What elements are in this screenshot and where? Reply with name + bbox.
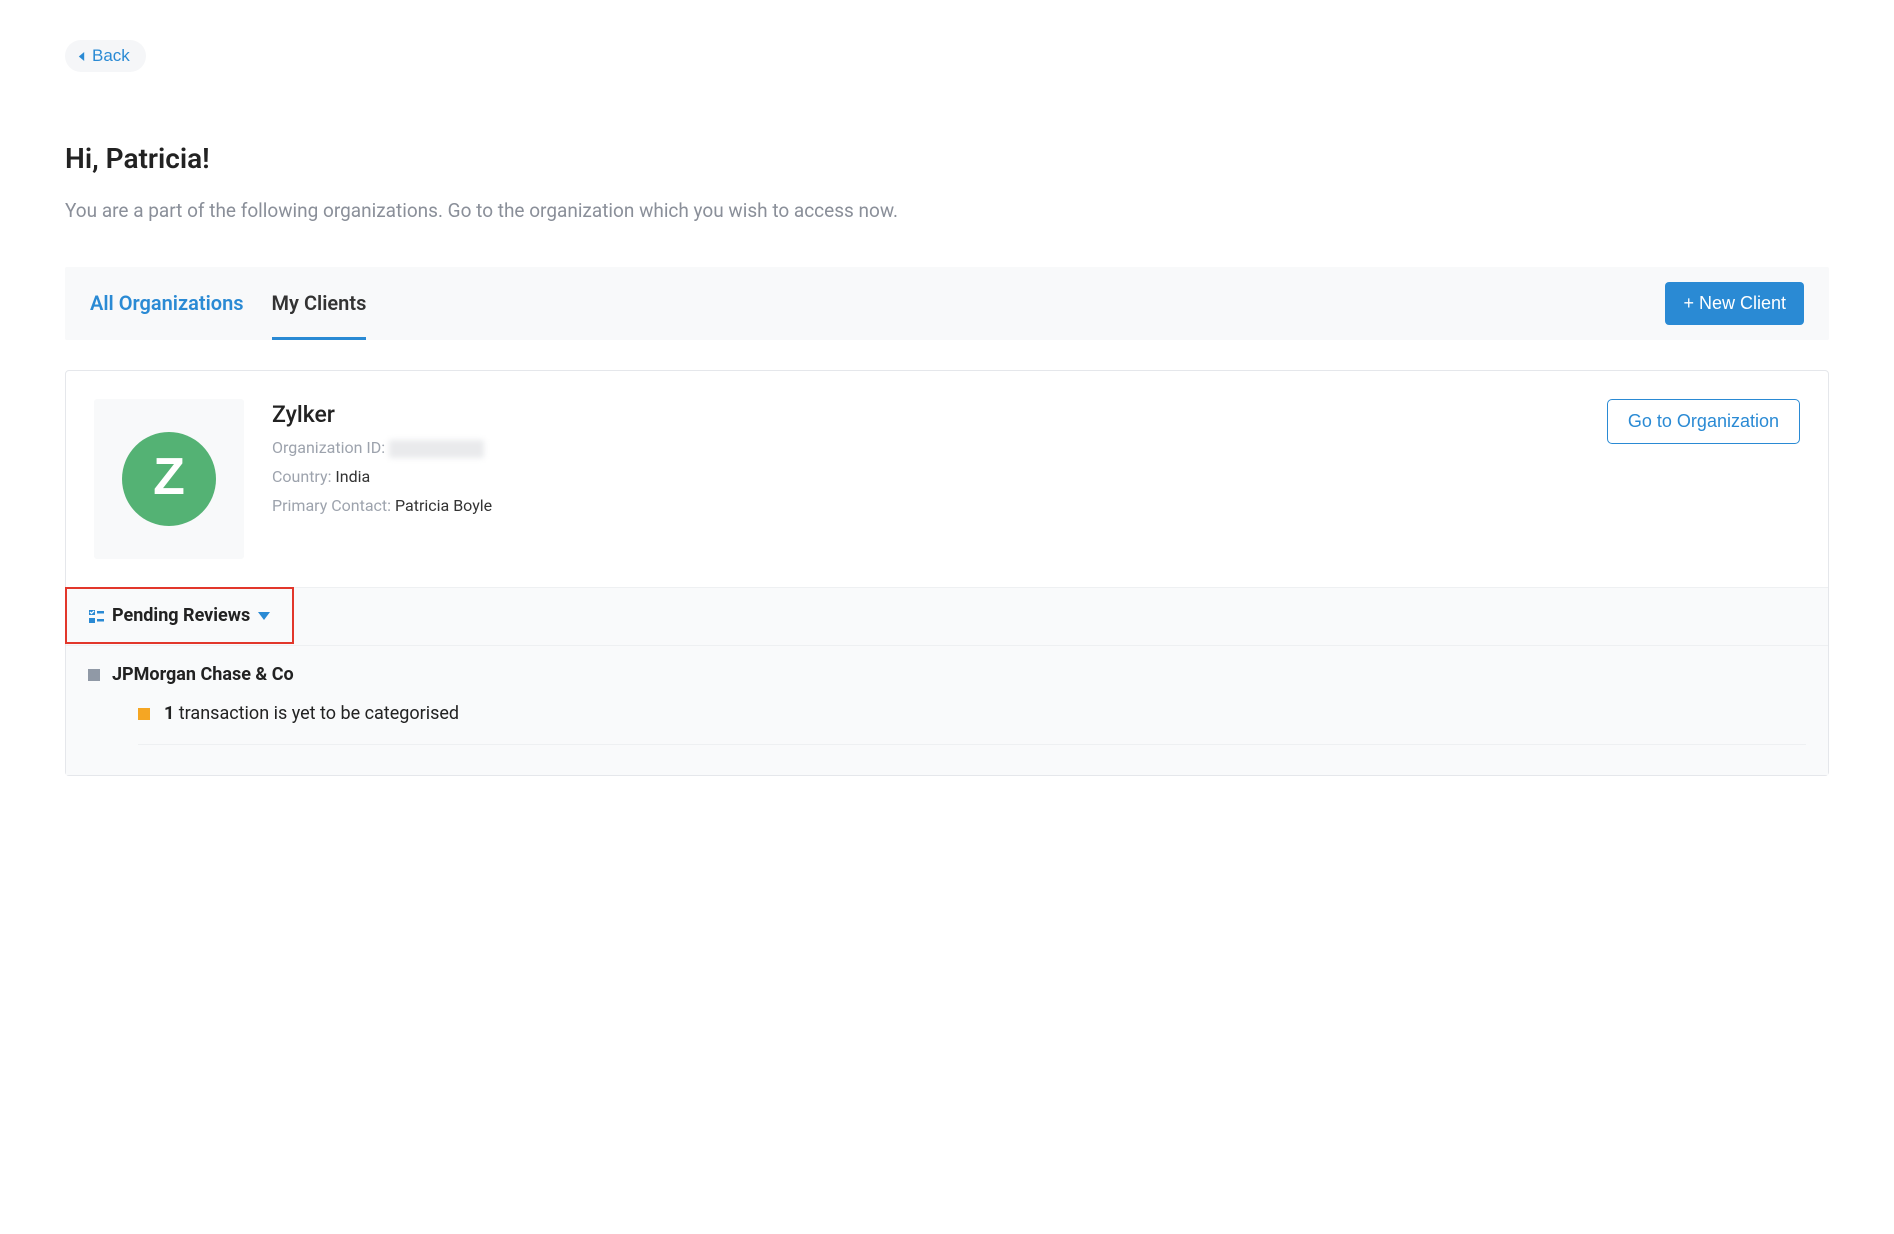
organization-logo: Z — [122, 432, 216, 526]
pending-transaction-suffix: transaction is yet to be categorised — [174, 703, 459, 724]
checklist-icon — [89, 609, 104, 623]
pending-review-item: JPMorgan Chase & Co — [88, 664, 1806, 685]
organization-country-label: Country: — [272, 467, 331, 486]
pending-reviews-section: Pending Reviews JPMorgan Chase & Co 1 tr… — [66, 587, 1828, 775]
new-client-label: + New Client — [1683, 293, 1786, 314]
pending-transaction-text: 1 transaction is yet to be categorised — [164, 703, 459, 724]
organization-contact-label: Primary Contact: — [272, 496, 391, 515]
pending-reviews-body: JPMorgan Chase & Co 1 transaction is yet… — [66, 645, 1828, 775]
back-label: Back — [92, 46, 130, 66]
back-arrow-icon — [77, 51, 86, 62]
organization-country-value: India — [335, 467, 370, 486]
tabs-group: All Organizations My Clients — [90, 267, 1665, 340]
pending-reviews-title: Pending Reviews — [112, 605, 250, 626]
organization-name: Zylker — [272, 401, 1579, 428]
tab-all-organizations[interactable]: All Organizations — [90, 267, 244, 340]
new-client-button[interactable]: + New Client — [1665, 282, 1804, 325]
greeting-text: Hi, Patricia! — [65, 142, 1829, 175]
chevron-down-icon — [258, 612, 270, 620]
back-button[interactable]: Back — [65, 40, 146, 72]
tab-my-clients[interactable]: My Clients — [272, 267, 367, 340]
subtitle-text: You are a part of the following organiza… — [65, 199, 1829, 222]
organization-contact-value: Patricia Boyle — [395, 496, 492, 515]
pending-transaction-row: 1 transaction is yet to be categorised — [138, 703, 1806, 745]
organization-card: Z Zylker Organization ID: Country: India… — [65, 370, 1829, 776]
organization-id-row: Organization ID: — [272, 434, 1579, 463]
square-bullet-orange-icon — [138, 708, 150, 720]
organization-id-redacted — [389, 440, 484, 458]
organization-logo-letter: Z — [153, 447, 185, 507]
organization-info: Zylker Organization ID: Country: India P… — [272, 399, 1579, 520]
organization-header: Z Zylker Organization ID: Country: India… — [66, 371, 1828, 587]
goto-organization-button[interactable]: Go to Organization — [1607, 399, 1800, 444]
organization-logo-container: Z — [94, 399, 244, 559]
tabs-bar: All Organizations My Clients + New Clien… — [65, 267, 1829, 340]
organization-id-label: Organization ID: — [272, 438, 385, 457]
organization-country-row: Country: India — [272, 463, 1579, 492]
pending-reviews-toggle[interactable]: Pending Reviews — [65, 587, 294, 644]
pending-item-name: JPMorgan Chase & Co — [112, 664, 294, 685]
pending-transaction-count: 1 — [164, 703, 174, 724]
organization-contact-row: Primary Contact: Patricia Boyle — [272, 492, 1579, 521]
square-bullet-icon — [88, 669, 100, 681]
